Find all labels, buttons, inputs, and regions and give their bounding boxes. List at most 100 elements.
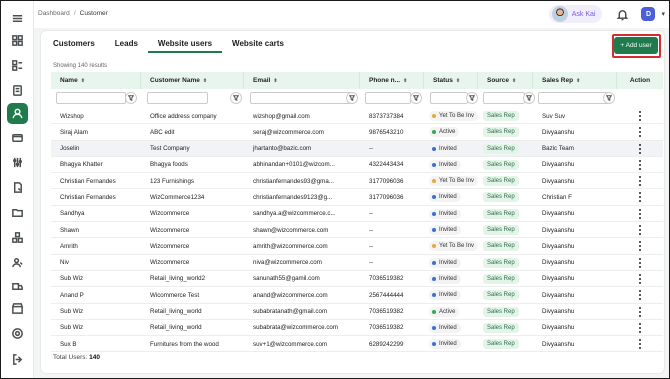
- filter-icon[interactable]: [466, 92, 478, 104]
- ask-kai-button[interactable]: Ask Kai: [548, 5, 603, 23]
- table-footer: Total Users: 140: [53, 354, 100, 361]
- sort-icon[interactable]: ⬍: [576, 78, 580, 84]
- more-options-icon[interactable]: [639, 143, 641, 155]
- filter-icon[interactable]: [523, 92, 535, 104]
- sidebar-item-dashboard[interactable]: [9, 32, 26, 49]
- more-options-icon[interactable]: [639, 338, 641, 350]
- sort-icon[interactable]: ⬍: [81, 78, 85, 84]
- column-header-source[interactable]: Source ⬍: [478, 72, 533, 89]
- tab-website-carts[interactable]: Website carts: [222, 39, 294, 53]
- more-options-icon[interactable]: [639, 126, 641, 138]
- cell-email: niva@wizcommerce.com: [253, 259, 322, 267]
- table-row[interactable]: Sux B Furnitures from the wood suv+1@wizco…: [51, 336, 663, 353]
- filter-input-email[interactable]: [250, 92, 352, 104]
- filter-input-status[interactable]: [430, 92, 468, 104]
- more-options-icon[interactable]: [639, 191, 641, 203]
- more-options-icon[interactable]: [639, 175, 641, 187]
- sidebar-item-folders[interactable]: [9, 204, 26, 221]
- more-options-icon[interactable]: [639, 257, 641, 269]
- filter-icon[interactable]: [603, 92, 615, 104]
- status-dot-icon: [432, 146, 436, 151]
- filter-icon[interactable]: [125, 92, 137, 104]
- more-options-icon[interactable]: [639, 224, 641, 236]
- logout-icon: [13, 354, 23, 365]
- table-row[interactable]: Amrith Wizcommerce amrith@wizcommerce.com -…: [51, 238, 663, 255]
- column-header-email[interactable]: Email ⬍: [244, 72, 360, 89]
- sort-icon[interactable]: ⬍: [203, 78, 207, 84]
- more-options-icon[interactable]: [639, 110, 641, 122]
- table-row[interactable]: Sandhya Wizcommerce sandhya.a@wizcommerce.…: [51, 206, 663, 223]
- table-row[interactable]: Bhagya Khatter Bhagya foods abhinandan+010…: [51, 157, 663, 174]
- table-row[interactable]: Niv Wizcommerce niva@wizcommerce.com -- Invi…: [51, 255, 663, 271]
- sidebar-item-documents[interactable]: [9, 179, 26, 196]
- column-header-status[interactable]: Status ⬍: [424, 72, 478, 89]
- sort-icon[interactable]: ⬍: [273, 78, 277, 84]
- chevron-down-icon[interactable]: ▾: [661, 10, 665, 18]
- sidebar-item-settings[interactable]: [9, 325, 26, 342]
- user-avatar[interactable]: D: [641, 7, 656, 21]
- more-options-icon[interactable]: [639, 322, 641, 334]
- status-dot-icon: [432, 342, 436, 347]
- add-user-button[interactable]: + Add user: [614, 37, 658, 54]
- filter-icon[interactable]: [346, 92, 358, 104]
- sidebar-item-integrations[interactable]: [9, 229, 26, 246]
- filter-input-sales-rep[interactable]: [538, 92, 609, 104]
- sidebar-item-storefront[interactable]: [9, 300, 26, 317]
- action-cell: [617, 238, 663, 254]
- sidebar-item-orders[interactable]: [9, 82, 26, 99]
- table-row[interactable]: Joselin Test Company jhartanto@bazic.com --…: [51, 140, 663, 157]
- column-header-name[interactable]: Name ⬍: [51, 72, 141, 89]
- hamburger-menu-icon[interactable]: [9, 10, 26, 27]
- more-options-icon[interactable]: [639, 273, 641, 285]
- breadcrumb-root[interactable]: Dashboard: [38, 10, 70, 17]
- more-options-icon[interactable]: [639, 289, 641, 301]
- table-row[interactable]: Sub Wiz Retail_living_world2 sanunath55@ga…: [51, 271, 663, 288]
- table-row[interactable]: Sub Wiz Retail_living_world subabrata@wizc…: [51, 320, 663, 337]
- cell-rep: Bazic Team: [542, 145, 574, 153]
- filter-input-name[interactable]: [56, 92, 126, 104]
- sidebar-item-payments[interactable]: [9, 129, 26, 146]
- column-header-action[interactable]: Action: [617, 72, 663, 89]
- sidebar-item-logout[interactable]: [9, 351, 26, 368]
- filter-icon[interactable]: [410, 92, 422, 104]
- table-row[interactable]: Anand P Wicommerce Test anand@wizcommerce.…: [51, 287, 663, 304]
- filter-input-phone-n[interactable]: [365, 92, 411, 104]
- column-header-sales-rep[interactable]: Sales Rep ⬍: [533, 72, 617, 89]
- sidebar-item-customers[interactable]: [7, 103, 28, 124]
- more-options-icon[interactable]: [639, 240, 641, 252]
- more-options-icon[interactable]: [639, 306, 641, 318]
- sidebar-item-settings-sliders[interactable]: [9, 154, 26, 171]
- sidebar: [1, 1, 34, 378]
- status-dot-icon: [432, 162, 436, 167]
- sort-icon[interactable]: ⬍: [456, 78, 460, 84]
- cell-rep: Divyaanshu: [542, 275, 575, 283]
- filter-input-source[interactable]: [483, 92, 525, 104]
- table-row[interactable]: Wizshop Office address company wizshop@gma…: [51, 108, 663, 125]
- cell-customer: Retail_living_world: [150, 308, 202, 316]
- status-cell: Invited: [424, 222, 478, 238]
- table-row[interactable]: Sub Wiz Retail_living_world subabratanath@…: [51, 304, 663, 320]
- tab-website-users[interactable]: Website users: [147, 39, 223, 53]
- table-row[interactable]: Christian Fernandes WizCommerce1234 christ…: [51, 189, 663, 206]
- status-badge: Invited: [429, 208, 461, 219]
- tab-leads[interactable]: Leads: [105, 39, 148, 53]
- filter-input-customer-name[interactable]: [147, 92, 208, 104]
- sort-icon[interactable]: ⬍: [512, 78, 516, 84]
- source-cell: Sales Rep: [478, 173, 533, 189]
- sidebar-item-catalog[interactable]: [9, 57, 26, 74]
- table-row[interactable]: Shawn Wizcommerce shawn@wizcommerce.com -- I…: [51, 222, 663, 239]
- more-options-icon[interactable]: [639, 159, 641, 171]
- status-dot-icon: [432, 130, 436, 135]
- notification-bell-icon[interactable]: [616, 8, 629, 21]
- cell-rep: Divyaanshu: [542, 177, 575, 185]
- table-row[interactable]: Christian Fernandes 123 Furnishings christ…: [51, 173, 663, 190]
- filter-icon[interactable]: [230, 92, 242, 104]
- more-options-icon[interactable]: [639, 208, 641, 220]
- sidebar-item-shipping[interactable]: [9, 278, 26, 295]
- column-header-customer-name[interactable]: Customer Name ⬍: [141, 72, 244, 89]
- column-header-phone-n[interactable]: Phone n... ⬍: [360, 72, 424, 89]
- table-row[interactable]: Siraj Alam ABC edit seraj@wizcommerce.com 9…: [51, 124, 663, 141]
- tab-customers[interactable]: Customers: [53, 39, 105, 53]
- sidebar-item-team[interactable]: [9, 254, 26, 271]
- sort-icon[interactable]: ⬍: [403, 78, 407, 84]
